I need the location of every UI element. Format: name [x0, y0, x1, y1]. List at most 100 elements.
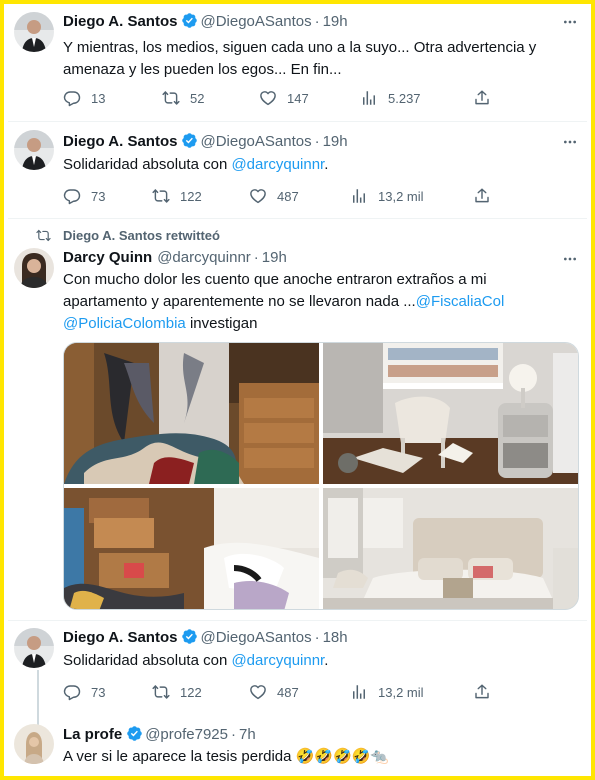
tweet-text: A ver si le aparece la tesis perdida 🤣🤣🤣… — [63, 748, 390, 765]
timestamp[interactable]: 7h — [239, 726, 256, 743]
more-icon[interactable] — [559, 134, 581, 150]
separator-dot: · — [314, 133, 320, 150]
retweet-button[interactable]: 122 — [152, 683, 202, 701]
reply-icon — [63, 187, 81, 205]
handle[interactable]: @DiegoASantos — [200, 13, 311, 30]
avatar[interactable] — [14, 724, 54, 764]
handle[interactable]: @DiegoASantos — [200, 629, 311, 646]
action-bar: 73 122 487 13,2 mil — [63, 683, 503, 703]
verified-badge-icon — [181, 12, 198, 29]
timestamp[interactable]: 19h — [323, 13, 348, 30]
more-icon[interactable] — [559, 251, 581, 267]
reply-icon — [63, 683, 81, 701]
retweet-icon — [152, 683, 170, 701]
photo-closet[interactable] — [64, 343, 319, 484]
like-count: 147 — [287, 90, 309, 106]
divider — [8, 121, 587, 122]
reply-button[interactable]: 73 — [63, 187, 105, 205]
views-icon — [360, 89, 378, 107]
heart-icon — [259, 89, 277, 107]
photo-drawers[interactable] — [64, 488, 319, 609]
display-name[interactable]: Darcy Quinn — [63, 249, 152, 266]
tweet-header: Darcy Quinn @darcyquinnr · 19h — [63, 249, 287, 266]
heart-icon — [249, 187, 267, 205]
mention-link[interactable]: @PoliciaColombia — [63, 315, 186, 332]
media-grid — [63, 342, 579, 610]
avatar[interactable] — [14, 130, 54, 170]
retweet-count: 52 — [190, 90, 205, 106]
views-count: 13,2 mil — [378, 188, 424, 204]
action-bar: 73 122 487 13,2 mil — [63, 187, 503, 207]
separator-dot: · — [230, 726, 236, 743]
text-line: Con mucho dolor les cuento que anoche en… — [63, 271, 487, 288]
mention-link[interactable]: @darcyquinnr — [231, 652, 324, 669]
handle[interactable]: @darcyquinnr — [157, 249, 251, 266]
tweet-header: Diego A. Santos @DiegoASantos · 19h — [63, 12, 348, 30]
timestamp[interactable]: 18h — [323, 629, 348, 646]
reply-button[interactable]: 73 — [63, 683, 105, 701]
share-button[interactable] — [473, 683, 491, 701]
views-button[interactable]: 5.237 — [360, 89, 421, 107]
avatar[interactable] — [14, 248, 54, 288]
timeline: Diego A. Santos @DiegoASantos · 19h Y mient… — [0, 0, 595, 780]
like-count: 487 — [277, 684, 299, 700]
retweet-icon — [162, 89, 180, 107]
views-button[interactable]: 13,2 mil — [350, 187, 424, 205]
verified-badge-icon — [181, 628, 198, 645]
share-button[interactable] — [473, 187, 491, 205]
thread-line — [37, 670, 39, 726]
divider — [8, 218, 587, 219]
reply-button[interactable]: 13 — [63, 89, 105, 107]
handle[interactable]: @profe7925 — [145, 726, 228, 743]
reply-count: 13 — [91, 90, 106, 106]
photo-desk[interactable] — [323, 343, 578, 484]
avatar[interactable] — [14, 628, 54, 668]
display-name[interactable]: Diego A. Santos — [63, 133, 177, 150]
display-name[interactable]: Diego A. Santos — [63, 13, 177, 30]
views-count: 5.237 — [388, 90, 421, 106]
text-segment: . — [324, 156, 329, 173]
mention-link[interactable]: @darcyquinnr — [231, 156, 324, 173]
photo-bedroom[interactable] — [323, 488, 578, 609]
retweet-count: 122 — [180, 684, 202, 700]
action-bar: 13 52 147 5.237 — [63, 89, 503, 109]
like-count: 487 — [277, 188, 299, 204]
timestamp[interactable]: 19h — [262, 249, 287, 266]
views-button[interactable]: 13,2 mil — [350, 683, 424, 701]
retweet-icon — [152, 187, 170, 205]
like-button[interactable]: 487 — [249, 683, 299, 701]
text-segment: Solidaridad absoluta con — [63, 156, 232, 173]
avatar[interactable] — [14, 12, 54, 52]
tweet-text: Y mientras, los medios, siguen cada uno … — [63, 39, 537, 78]
tweet-text: Solidaridad absoluta con @darcyquinnr. — [63, 154, 577, 176]
display-name[interactable]: La profe — [63, 726, 122, 743]
tweet-text: Solidaridad absoluta con @darcyquinnr. — [63, 650, 577, 672]
text-segment: apartamento y aparentemente no se llevar… — [63, 293, 416, 310]
text-segment: investigan — [185, 315, 258, 332]
mention-link[interactable]: @FiscaliaCol — [416, 293, 505, 310]
share-icon — [473, 89, 491, 107]
share-button[interactable] — [473, 89, 491, 107]
retweet-button[interactable]: 52 — [162, 89, 204, 107]
timestamp[interactable]: 19h — [323, 133, 348, 150]
retweet-count: 122 — [180, 188, 202, 204]
handle[interactable]: @DiegoASantos — [200, 133, 311, 150]
text-segment: Solidaridad absoluta con — [63, 652, 232, 669]
verified-badge-icon — [126, 725, 143, 742]
tweet-text: Con mucho dolor les cuento que anoche en… — [63, 269, 577, 335]
views-icon — [350, 187, 368, 205]
display-name[interactable]: Diego A. Santos — [63, 629, 177, 646]
like-button[interactable]: 147 — [259, 89, 309, 107]
more-icon[interactable] — [559, 14, 581, 30]
like-button[interactable]: 487 — [249, 187, 299, 205]
text-line: @PoliciaColombia investigan — [63, 313, 577, 335]
views-icon — [350, 683, 368, 701]
divider — [8, 620, 587, 621]
retweet-button[interactable]: 122 — [152, 187, 202, 205]
retweeted-by-label[interactable]: Diego A. Santos retwitteó — [63, 228, 220, 243]
separator-dot: · — [253, 249, 259, 266]
views-count: 13,2 mil — [378, 684, 424, 700]
tweet-header: Diego A. Santos @DiegoASantos · 18h — [63, 628, 348, 646]
text-line: apartamento y aparentemente no se llevar… — [63, 291, 577, 313]
reply-icon — [63, 89, 81, 107]
